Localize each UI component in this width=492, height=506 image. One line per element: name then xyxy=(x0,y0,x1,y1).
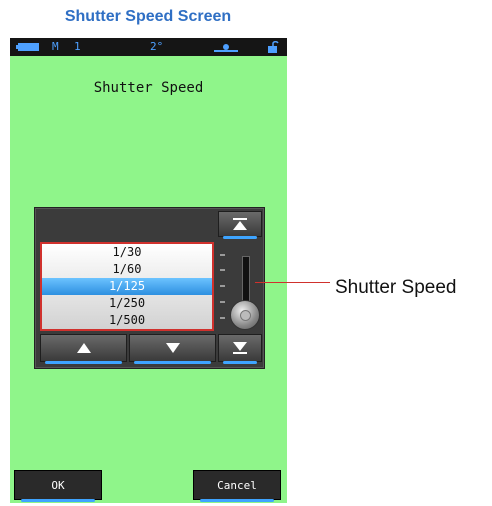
list-item-selected[interactable]: 1/125 xyxy=(42,278,212,295)
scroll-down-button[interactable] xyxy=(129,334,216,364)
scale-tick xyxy=(220,269,225,271)
sensor-icon xyxy=(214,41,238,53)
device-screen: M 1 2° Shutter Speed 1/30 1/60 1/125 1/2… xyxy=(10,38,287,503)
scale-tick xyxy=(220,317,225,319)
status-bar: M 1 2° xyxy=(10,38,287,56)
scale-tick xyxy=(220,254,225,256)
mode-indicator: M xyxy=(52,40,59,53)
memory-indicator: 1 xyxy=(74,40,81,53)
cancel-button[interactable]: Cancel xyxy=(193,470,281,502)
figure-caption: Shutter Speed Screen xyxy=(64,8,232,25)
list-item[interactable]: 1/500 xyxy=(42,312,212,329)
triangle-up-icon xyxy=(76,343,91,353)
shutter-speed-panel: 1/30 1/60 1/125 1/250 1/500 xyxy=(34,207,265,369)
shutter-speed-list[interactable]: 1/30 1/60 1/125 1/250 1/500 xyxy=(40,242,214,331)
battery-icon xyxy=(16,41,42,53)
list-item[interactable]: 1/250 xyxy=(42,295,212,312)
scale-tick xyxy=(220,301,225,303)
callout-line xyxy=(255,282,330,283)
lock-icon xyxy=(267,40,279,53)
scroll-track[interactable] xyxy=(242,256,250,306)
scroll-up-button[interactable] xyxy=(40,334,127,364)
scroll-top-icon xyxy=(233,218,247,230)
scroll-bottom-icon xyxy=(233,342,247,354)
ok-button[interactable]: OK xyxy=(14,470,102,502)
scale-tick xyxy=(220,285,225,287)
screen-title: Shutter Speed xyxy=(93,80,204,96)
list-item[interactable]: 1/30 xyxy=(42,244,212,261)
angle-indicator: 2° xyxy=(150,40,164,53)
scroll-knob[interactable] xyxy=(230,300,260,330)
callout-label: Shutter Speed xyxy=(335,277,457,298)
scroll-to-bottom-button[interactable] xyxy=(218,334,262,364)
scroll-to-top-button[interactable] xyxy=(218,211,262,239)
triangle-down-icon xyxy=(165,343,180,353)
list-item[interactable]: 1/60 xyxy=(42,261,212,278)
